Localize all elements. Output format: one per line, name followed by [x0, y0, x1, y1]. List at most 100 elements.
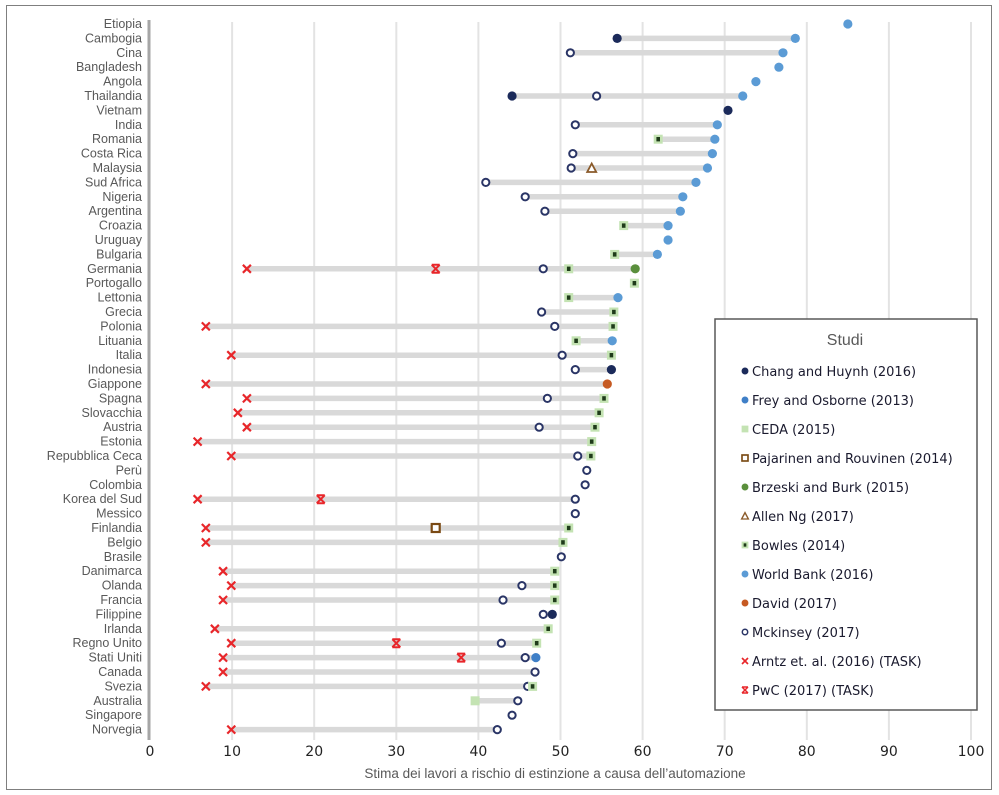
data-point-mckinsey — [517, 581, 527, 591]
data-point-worldbank — [691, 177, 701, 187]
data-point-worldbank — [663, 221, 673, 231]
category-label: Olanda — [102, 579, 142, 593]
legend-item-allen: Allen Ng (2017) — [740, 510, 854, 525]
legend-marker-brzeski — [741, 483, 749, 491]
data-point-mckinsey — [592, 91, 602, 101]
category-label: Norvegia — [92, 723, 142, 737]
data-point-frey — [531, 653, 541, 663]
category-label: Bulgaria — [96, 247, 142, 261]
legend-marker-pajarinen — [741, 454, 749, 462]
legend-marker-bowles — [741, 541, 749, 549]
category-label: Cina — [116, 46, 142, 60]
data-point-mckinsey — [556, 552, 566, 562]
legend-item-ceda: CEDA (2015) — [741, 423, 835, 438]
category-label: Korea del Sud — [63, 492, 142, 506]
data-point-bowles — [609, 307, 619, 317]
legend-label: Pajarinen and Rouvinen (2014) — [752, 452, 953, 467]
data-point-pajarinen — [430, 522, 441, 534]
data-point-worldbank — [663, 235, 673, 245]
category-label: Italia — [116, 348, 142, 362]
data-point-bowles — [619, 221, 629, 231]
x-tick-label: 20 — [305, 744, 323, 760]
data-point-bowles — [653, 134, 663, 144]
category-label: Belgio — [107, 535, 142, 549]
data-point-bowles — [550, 595, 560, 605]
data-point-mckinsey — [481, 177, 491, 187]
legend-label: Frey and Osborne (2013) — [752, 394, 914, 409]
x-tick-label: 30 — [387, 744, 405, 760]
data-point-worldbank — [778, 48, 788, 58]
legend: Studi Chang and Huynh (2016) Frey and Osb… — [714, 318, 978, 711]
x-tick-label: 10 — [223, 744, 241, 760]
data-point-mckinsey — [570, 120, 580, 130]
data-point-david — [602, 379, 612, 389]
data-point-bowles — [564, 523, 574, 533]
data-point-chang — [507, 91, 517, 101]
legend-label: Allen Ng (2017) — [752, 510, 854, 525]
category-label: Singapore — [85, 708, 142, 722]
data-point-bowles — [564, 293, 574, 303]
category-label: Messico — [96, 507, 142, 521]
data-point-mckinsey — [496, 638, 506, 648]
data-point-bowles — [587, 437, 597, 447]
legend-item-worldbank: World Bank (2016) — [741, 568, 873, 583]
data-point-mckinsey — [507, 710, 517, 720]
category-label: Costa Rica — [81, 147, 142, 161]
data-point-ceda — [470, 696, 480, 706]
legend-label: Mckinsey (2017) — [752, 626, 860, 641]
data-point-mckinsey — [550, 321, 560, 331]
data-point-worldbank — [702, 163, 713, 173]
legend-item-mckinsey: Mckinsey (2017) — [741, 626, 860, 641]
category-label: Colombia — [89, 478, 142, 492]
data-point-mckinsey — [568, 149, 578, 159]
category-label: Vietnam — [96, 103, 142, 117]
data-point-worldbank — [675, 206, 685, 216]
data-point-mckinsey — [540, 206, 550, 216]
data-point-mckinsey — [520, 653, 530, 663]
x-tick-label: 60 — [634, 744, 652, 760]
data-point-mckinsey — [566, 163, 576, 173]
data-point-mckinsey — [582, 465, 592, 475]
legend-label: Bowles (2014) — [752, 539, 845, 554]
category-label: Brasile — [104, 550, 142, 564]
category-label: Thailandia — [84, 89, 142, 103]
legend-label: World Bank (2016) — [752, 568, 873, 583]
category-label: Spagna — [99, 391, 142, 405]
data-point-mckinsey — [534, 422, 544, 432]
x-tick-label: 50 — [552, 744, 570, 760]
data-point-chang — [606, 365, 617, 375]
legend-marker-mckinsey — [741, 628, 749, 636]
category-label: Croazia — [99, 219, 142, 233]
category-label: Francia — [100, 593, 142, 607]
x-tick-label: 100 — [958, 744, 985, 760]
data-point-bowles — [586, 451, 596, 461]
data-point-bowles — [590, 422, 600, 432]
data-point-mckinsey — [538, 609, 548, 620]
x-tick-labels: 0 10 20 30 40 50 60 70 80 90 100 — [146, 744, 985, 760]
data-point-bowles — [606, 350, 616, 360]
category-label: Cambogia — [85, 31, 142, 45]
x-tick-label: 70 — [716, 744, 734, 760]
category-label: Finlandia — [91, 521, 142, 535]
data-point-bowles — [564, 264, 574, 274]
category-label: Indonesia — [88, 363, 142, 377]
legend-item-brzeski: Brzeski and Burk (2015) — [741, 481, 909, 496]
category-label: Austria — [103, 420, 142, 434]
data-point-mckinsey — [492, 725, 502, 735]
legend-item-chang: Chang and Huynh (2016) — [741, 365, 916, 380]
legend-label: CEDA (2015) — [752, 423, 835, 438]
category-label: Filippine — [95, 607, 142, 621]
legend-item-pwc: PwC (2017) (TASK) — [741, 684, 874, 699]
dot-range-chart: EtiopiaCambogiaCinaBangladeshAngolaThail… — [47, 17, 985, 781]
category-label: Germania — [87, 262, 142, 276]
data-point-mckinsey — [565, 48, 575, 58]
category-label: Perù — [116, 463, 142, 477]
data-point-bowles — [532, 638, 542, 648]
legend-label: Brzeski and Burk (2015) — [752, 481, 909, 496]
data-point-worldbank — [738, 91, 748, 101]
category-label: Uruguay — [95, 233, 143, 247]
data-point-mckinsey — [538, 264, 548, 274]
data-point-chang — [723, 105, 733, 115]
data-point-bowles — [528, 681, 538, 691]
x-tick-label: 90 — [880, 744, 898, 760]
